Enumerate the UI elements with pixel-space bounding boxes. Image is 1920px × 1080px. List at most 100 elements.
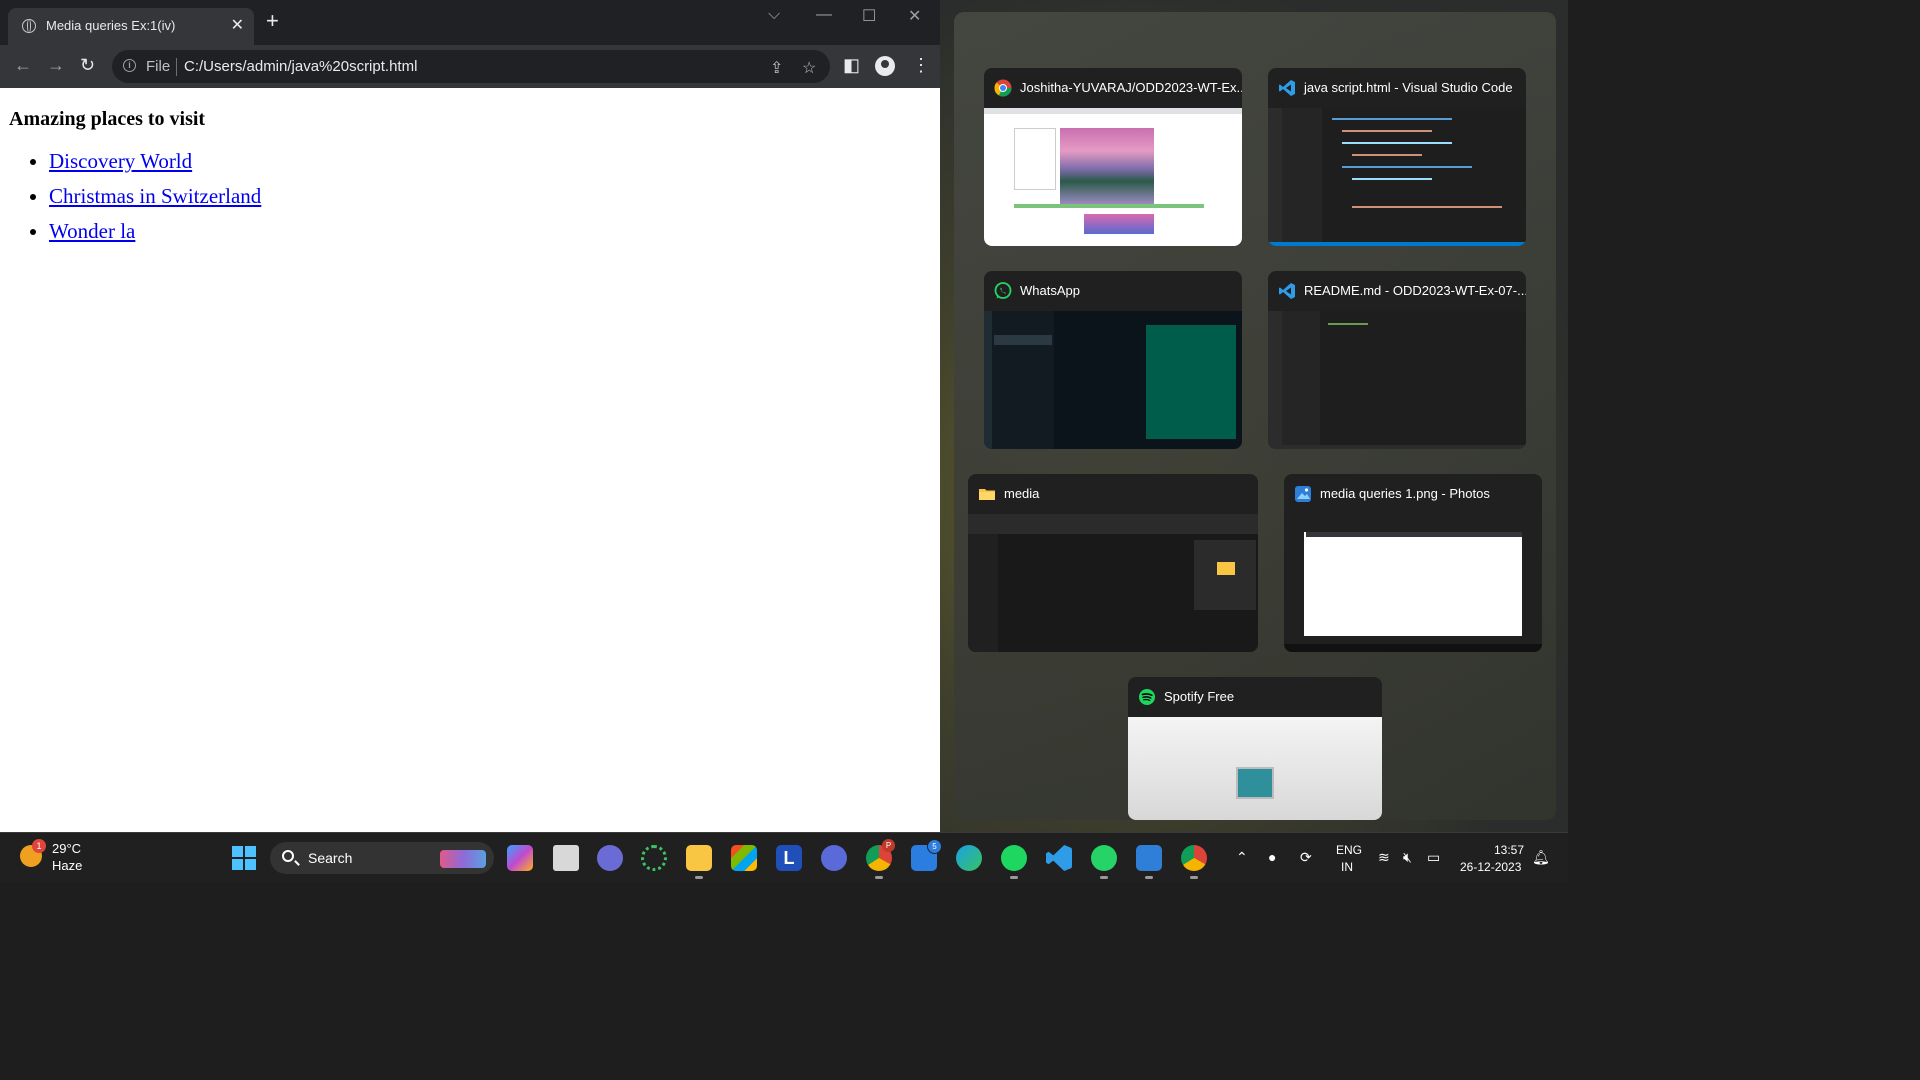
clock-date[interactable]: 26-12-2023	[1460, 860, 1521, 874]
new-tab-button[interactable]: +	[266, 10, 279, 32]
snap-window-photos[interactable]: media queries 1.png - Photos	[1284, 474, 1542, 652]
search-label: Search	[308, 850, 353, 866]
search-icon	[282, 850, 294, 862]
photos-icon	[1295, 486, 1311, 502]
list-item: Discovery World	[49, 149, 931, 174]
window-title: README.md - ODD2023-WT-Ex-07-...	[1304, 283, 1526, 298]
chrome-icon	[994, 79, 1012, 97]
vscode-taskbar-icon[interactable]	[1046, 845, 1072, 871]
menu-kebab-icon[interactable]: ⋮	[912, 55, 930, 76]
close-tab-icon[interactable]: ✕	[231, 15, 244, 35]
snap-window-media-folder[interactable]: media	[968, 474, 1258, 652]
l-app-icon[interactable]: L	[776, 845, 802, 871]
window-title: Spotify Free	[1164, 689, 1235, 704]
app-placeholder-icon	[1236, 767, 1274, 799]
globe-icon	[22, 19, 36, 33]
scheme-label: File	[146, 58, 171, 75]
tab-strip: Media queries Ex:1(iv) ✕ + ⌵ — ☐ ✕	[0, 0, 940, 45]
search-highlight-icon	[440, 850, 486, 868]
tray-overflow-chevron-icon[interactable]: ⌃	[1236, 849, 1248, 866]
language-region[interactable]: IN	[1341, 860, 1353, 874]
loading-app-icon[interactable]	[641, 845, 667, 871]
profile-avatar-icon[interactable]	[875, 56, 895, 76]
back-icon[interactable]: ←	[14, 55, 32, 76]
tab-media-queries[interactable]: Media queries Ex:1(iv) ✕	[8, 8, 254, 45]
microsoft-store-icon[interactable]	[731, 845, 757, 871]
vscode-icon	[1279, 283, 1295, 299]
store-badge: 5	[927, 839, 942, 854]
weather-condition: Haze	[52, 858, 83, 873]
chrome-profile-badge: P	[882, 839, 895, 852]
window-thumbnail	[968, 514, 1258, 652]
page-heading: Amazing places to visit	[9, 108, 206, 130]
outlook-icon[interactable]: 5	[911, 839, 942, 871]
snap-window-spotify[interactable]: Spotify Free	[1128, 677, 1382, 820]
vscode-icon	[1279, 80, 1295, 96]
page-content: Amazing places to visit Discovery World …	[0, 88, 940, 832]
window-thumbnail	[1268, 108, 1526, 246]
snap-assist-panel: Joshitha-YUVARAJ/ODD2023-WT-Ex... java s…	[940, 0, 1568, 832]
browser-window: Media queries Ex:1(iv) ✕ + ⌵ — ☐ ✕ ← → ↻…	[0, 0, 941, 832]
link-wonder-la[interactable]: Wonder la	[49, 219, 135, 243]
wifi-icon[interactable]: ≋	[1378, 849, 1390, 866]
teams-chat-icon[interactable]	[597, 845, 623, 871]
divider	[176, 58, 177, 76]
address-bar[interactable]: i File C:/Users/admin/java%20script.html…	[112, 50, 830, 83]
edge-icon[interactable]	[956, 845, 982, 871]
snap-window-readme[interactable]: README.md - ODD2023-WT-Ex-07-...	[1268, 271, 1526, 449]
window-thumbnail	[1268, 311, 1526, 449]
taskbar: 1 29°C Haze Search L P 5 ⌃ ● ⟳ ENG IN ≋ …	[0, 832, 1568, 882]
minimize-icon[interactable]: —	[816, 6, 832, 24]
sync-icon[interactable]: ⟳	[1300, 849, 1312, 866]
bookmark-star-icon[interactable]: ☆	[802, 58, 816, 78]
link-discovery-world[interactable]: Discovery World	[49, 149, 192, 173]
tab-search-chevron-icon[interactable]: ⌵	[768, 6, 780, 24]
notification-bell-icon[interactable]: 🔔︎	[1532, 849, 1550, 866]
window-title: java script.html - Visual Studio Code	[1304, 80, 1513, 95]
url-text[interactable]: C:/Users/admin/java%20script.html	[184, 58, 417, 75]
speaker-muted-icon[interactable]: 🔇︎	[1403, 849, 1412, 866]
snap-window-chrome[interactable]: Joshitha-YUVARAJ/ODD2023-WT-Ex...	[984, 68, 1242, 246]
close-window-icon[interactable]: ✕	[908, 6, 921, 26]
tab-title: Media queries Ex:1(iv)	[46, 18, 176, 33]
task-view-icon[interactable]	[553, 845, 579, 871]
list-item: Wonder la	[49, 219, 931, 244]
share-icon[interactable]: ⇪	[770, 58, 783, 78]
folder-icon	[979, 489, 995, 500]
list-item: Christmas in Switzerland	[49, 184, 931, 209]
window-title: WhatsApp	[1020, 283, 1080, 298]
clock-time[interactable]: 13:57	[1494, 843, 1524, 857]
snap-assist-container: Joshitha-YUVARAJ/ODD2023-WT-Ex... java s…	[954, 12, 1556, 820]
snap-window-whatsapp[interactable]: WhatsApp	[984, 271, 1242, 449]
window-title: media queries 1.png - Photos	[1320, 486, 1490, 501]
arc-app-icon[interactable]	[821, 845, 847, 871]
window-thumbnail	[984, 311, 1242, 449]
browser-toolbar: ← → ↻ i File C:/Users/admin/java%20scrip…	[0, 45, 940, 88]
maximize-icon[interactable]: ☐	[862, 6, 876, 26]
window-thumbnail	[1284, 514, 1542, 652]
copilot-icon[interactable]	[507, 845, 533, 871]
language-code[interactable]: ENG	[1336, 843, 1362, 857]
file-explorer-icon[interactable]	[686, 845, 712, 879]
spotify-taskbar-icon[interactable]	[1001, 845, 1027, 879]
info-icon[interactable]: i	[123, 59, 136, 72]
spotify-icon	[1139, 689, 1155, 705]
battery-icon[interactable]: ▭	[1427, 849, 1440, 866]
vpn-status-icon[interactable]: ●	[1268, 849, 1276, 865]
chrome-profile-icon[interactable]: P	[866, 839, 895, 879]
window-thumbnail	[984, 108, 1242, 246]
snap-window-vscode[interactable]: java script.html - Visual Studio Code	[1268, 68, 1526, 246]
reload-icon[interactable]: ↻	[80, 55, 95, 76]
photos-taskbar-icon[interactable]	[1136, 845, 1162, 879]
link-christmas-switzerland[interactable]: Christmas in Switzerland	[49, 184, 261, 208]
window-thumbnail	[1128, 717, 1382, 820]
start-button[interactable]	[232, 846, 256, 870]
whatsapp-taskbar-icon[interactable]	[1091, 845, 1117, 879]
window-title: media	[1004, 486, 1040, 501]
taskbar-search[interactable]: Search	[270, 842, 494, 874]
weather-badge: 1	[32, 839, 46, 853]
side-panel-icon[interactable]: ◧	[843, 55, 860, 76]
chrome-taskbar-icon[interactable]	[1181, 845, 1207, 879]
whatsapp-icon	[994, 282, 1012, 299]
forward-icon[interactable]: →	[47, 55, 65, 76]
